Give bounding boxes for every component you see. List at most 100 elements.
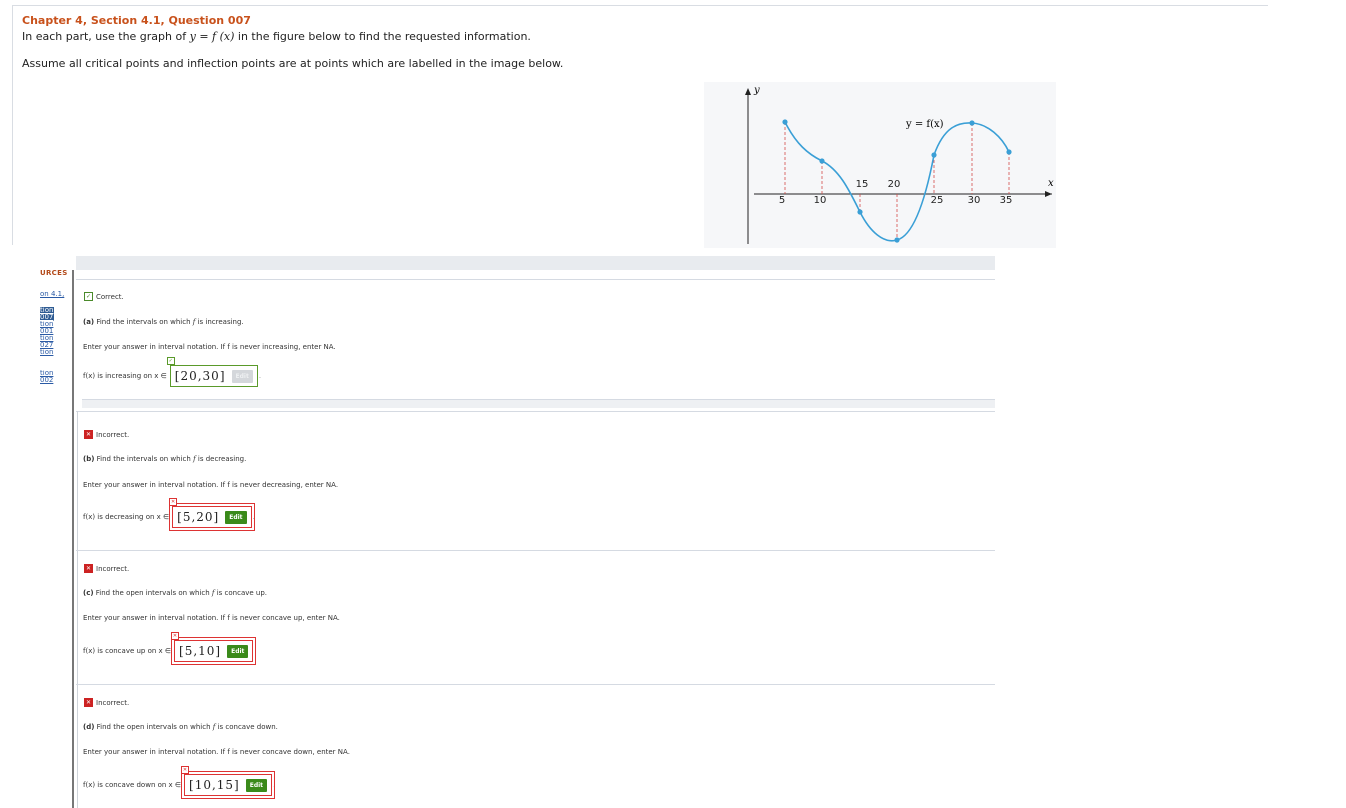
trail-dot: .: [252, 513, 255, 521]
question-assumption: Assume all critical points and inflectio…: [22, 57, 564, 70]
resources-sidebar: URCES on 4.1, tion 007 tion 001 tion 027…: [40, 270, 70, 384]
check-icon: ✓: [84, 292, 93, 301]
instruction-text-end: in the figure below to find the requeste…: [234, 30, 531, 43]
status-text: Correct.: [96, 292, 124, 301]
question-title: Chapter 4, Section 4.1, Question 007: [22, 14, 251, 27]
answer-value: [10,15]: [189, 778, 240, 792]
cross-icon: ✕: [169, 498, 178, 506]
x-tick-20: 20: [888, 179, 901, 190]
prompt-text: Find the open intervals on which: [93, 589, 212, 597]
function-graph: y x y = f(x) 5 10 15 20 25 30 35: [704, 82, 1056, 248]
part-c-prompt: (c) Find the open intervals on which f i…: [83, 589, 267, 597]
status-text: Incorrect.: [96, 698, 130, 707]
x-tick-5: 5: [779, 195, 785, 206]
trail-dot: .: [258, 372, 262, 380]
part-letter: (c): [83, 589, 94, 597]
answer-label: f(x) is concave down on x ∈: [83, 781, 182, 789]
part-b-answer-row: f(x) is decreasing on x ∈ ✕ [5,20] Edit …: [83, 498, 255, 531]
edit-button[interactable]: Edit: [245, 778, 268, 792]
sidebar-divider: [72, 270, 74, 808]
answer-value: [5,20]: [177, 510, 220, 524]
sidebar-item-question-007-a[interactable]: tion: [40, 307, 54, 314]
part-a-answer-row: f(x) is increasing on x ∈ ✓ [20,30] Edit…: [83, 357, 262, 387]
answer-box[interactable]: ✕ [5,20] Edit: [169, 498, 255, 531]
part-c-status: ✕ Incorrect.: [84, 564, 129, 573]
prompt-text: Find the intervals on which: [94, 455, 194, 463]
instruction-math: y = f (x): [189, 30, 235, 43]
top-divider: [12, 5, 1268, 6]
cross-icon: ✕: [84, 698, 93, 707]
part-d-prompt: (d) Find the open intervals on which f i…: [83, 723, 278, 731]
part-d-hint: Enter your answer in interval notation. …: [83, 748, 350, 756]
x-tick-35: 35: [1000, 195, 1013, 206]
x-axis-label: x: [1048, 178, 1054, 189]
curve-label: y = f(x): [905, 119, 944, 130]
cross-icon: ✕: [84, 564, 93, 573]
parts-left-rule: [77, 411, 78, 808]
cross-icon: ✕: [84, 430, 93, 439]
trail-dot: .: [273, 781, 276, 789]
sidebar-spacer: [40, 277, 70, 285]
answer-label: f(x) is increasing on x ∈: [83, 372, 167, 380]
part-c-hint: Enter your answer in interval notation. …: [83, 614, 340, 622]
part-b-prompt: (b) Find the intervals on which f is dec…: [83, 455, 246, 463]
sidebar-item-question-001-b[interactable]: 001: [40, 328, 70, 335]
trail-dot: .: [254, 647, 257, 655]
part-c-top-rule: [76, 550, 995, 551]
answer-box[interactable]: ✕ [10,15] Edit: [181, 766, 276, 799]
sidebar-item-question-027-a[interactable]: tion: [40, 335, 70, 342]
status-text: Incorrect.: [96, 564, 130, 573]
question-left-border: [12, 5, 13, 245]
part-a-top-rule: [76, 279, 995, 280]
sidebar-item-question-027-b[interactable]: 027: [40, 342, 70, 349]
prompt-text: Find the open intervals on which: [94, 723, 213, 731]
sidebar-item-question-007-b[interactable]: 007: [40, 314, 54, 321]
prompt-text-end: is concave down.: [215, 723, 278, 731]
sidebar-item-section[interactable]: on 4.1,: [40, 291, 70, 298]
answer-label: f(x) is decreasing on x ∈: [83, 513, 170, 521]
y-axis-label: y: [753, 85, 760, 96]
check-icon: ✓: [166, 357, 175, 365]
sidebar-item-question-002-b[interactable]: 002: [40, 377, 70, 384]
prompt-text: Find the intervals on which: [94, 318, 193, 326]
prompt-text-end: is increasing.: [195, 318, 244, 326]
part-d-status: ✕ Incorrect.: [84, 698, 129, 707]
x-tick-25: 25: [931, 195, 944, 206]
sidebar-item-question-x[interactable]: tion: [40, 349, 70, 356]
part-separator-a: [82, 399, 995, 408]
prompt-text-end: is decreasing.: [195, 455, 247, 463]
edit-button[interactable]: Edit: [225, 510, 247, 524]
instruction-text: In each part, use the graph of: [22, 30, 190, 43]
part-b-top-rule: [76, 411, 995, 412]
part-letter: (a): [83, 318, 95, 326]
sidebar-header: URCES: [40, 269, 68, 277]
part-letter: (d): [83, 723, 95, 731]
answer-value: [5,10]: [179, 644, 222, 658]
part-b-hint: Enter your answer in interval notation. …: [83, 481, 339, 489]
part-a-hint: Enter your answer in interval notation. …: [83, 343, 336, 351]
cross-icon: ✕: [171, 632, 180, 640]
x-tick-15: 15: [856, 179, 869, 190]
x-tick-30: 30: [968, 195, 981, 206]
part-letter: (b): [83, 455, 95, 463]
edit-button[interactable]: Edit: [227, 644, 249, 658]
answer-box[interactable]: ✕ [5,10] Edit: [170, 632, 257, 665]
part-d-answer-row: f(x) is concave down on x ∈ ✕ [10,15] Ed…: [83, 766, 276, 799]
x-tick-10: 10: [814, 195, 827, 206]
answer-value: [20,30]: [174, 369, 226, 383]
part-c-answer-row: f(x) is concave up on x ∈ ✕ [5,10] Edit …: [83, 632, 257, 665]
edit-button[interactable]: Edit: [231, 369, 253, 383]
answer-box[interactable]: ✓ [20,30] Edit: [166, 357, 258, 387]
answers-header-bar: [76, 256, 995, 270]
part-a-status: ✓ Correct.: [84, 292, 124, 301]
cross-icon: ✕: [181, 766, 190, 774]
sidebar-item-question-001-a[interactable]: tion: [40, 321, 70, 328]
prompt-text-end: is concave up.: [214, 589, 268, 597]
sidebar-item-question-002-a[interactable]: tion: [40, 370, 70, 377]
part-d-top-rule: [76, 684, 995, 685]
part-a-prompt: (a) Find the intervals on which f is inc…: [83, 318, 244, 326]
status-text: Incorrect.: [96, 430, 130, 439]
question-instruction: In each part, use the graph of y = f (x)…: [22, 30, 531, 43]
part-b-status: ✕ Incorrect.: [84, 430, 129, 439]
answer-label: f(x) is concave up on x ∈: [83, 647, 172, 655]
